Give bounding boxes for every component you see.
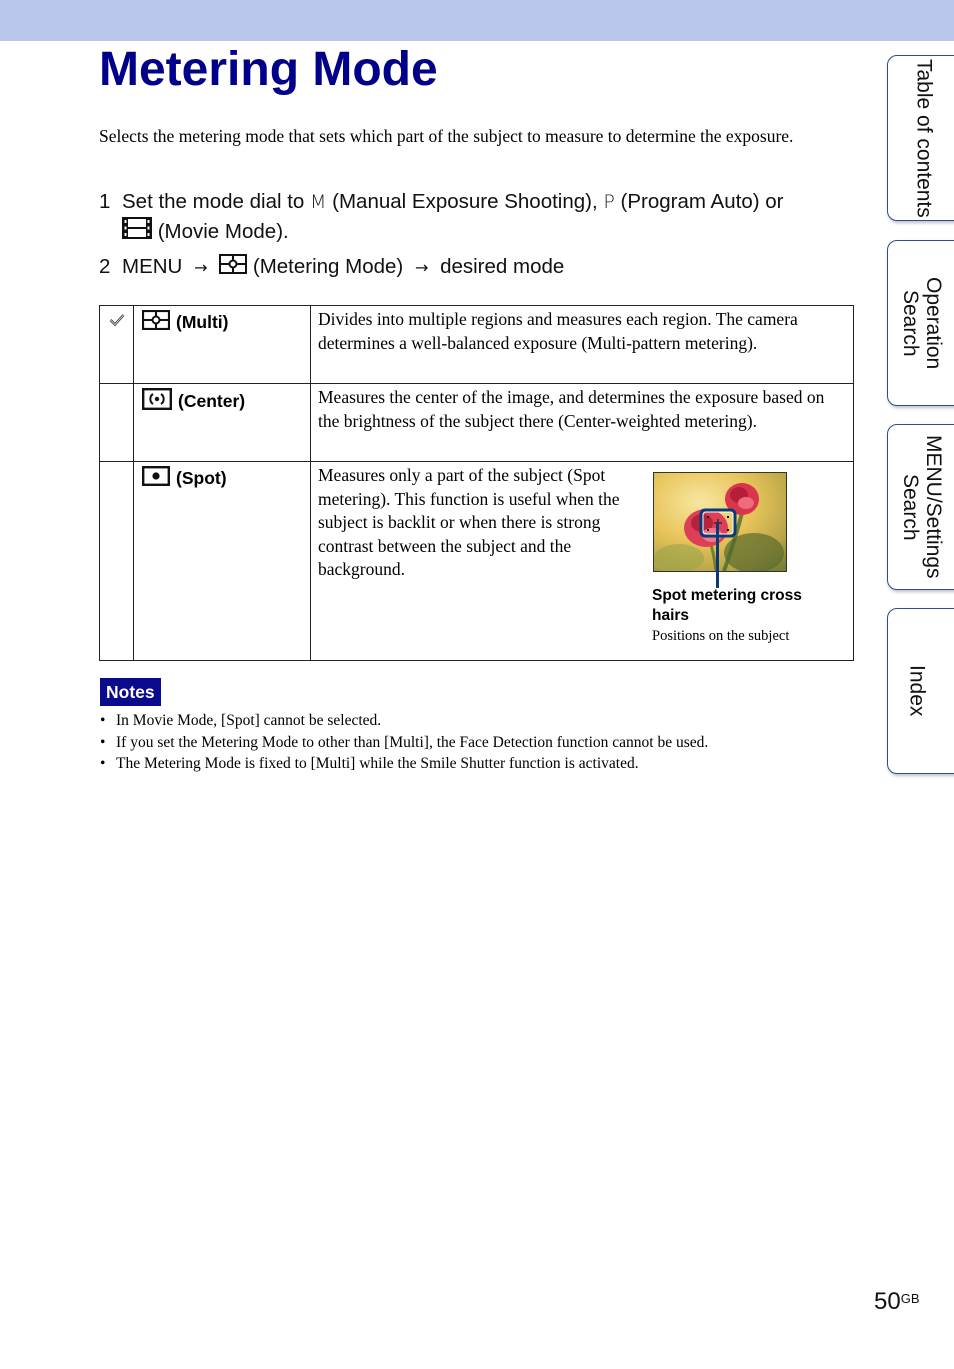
spot-metering-icon xyxy=(142,466,171,491)
metering-modes-table: (Multi) Divides into multiple regions an… xyxy=(99,305,854,661)
note-item: In Movie Mode, [Spot] cannot be selected… xyxy=(99,710,708,732)
tab-index[interactable]: Index xyxy=(887,608,954,774)
step-number: 2 xyxy=(99,255,111,278)
movie-mode-icon xyxy=(122,217,152,248)
mode-name-cell: (Spot) xyxy=(133,461,311,661)
page-number-suffix: GB xyxy=(900,1291,920,1306)
step-1: 1 Set the mode dial to M (Manual Exposure… xyxy=(99,187,783,217)
figure-caption-subtitle: Positions on the subject xyxy=(652,628,790,644)
center-metering-icon xyxy=(142,388,173,415)
notes-list: In Movie Mode, [Spot] cannot be selected… xyxy=(99,710,708,775)
step-2: 2 MENU → (Metering Mode) → desired mode xyxy=(99,252,564,283)
manual-exposure-icon: M xyxy=(310,191,327,213)
mode-description-cell: Measures the center of the image, and de… xyxy=(310,383,854,462)
mode-description: Measures only a part of the subject (Spo… xyxy=(318,465,620,579)
tab-label: MENU/Settings Search xyxy=(899,435,945,579)
step-text: Set the mode dial to xyxy=(122,190,305,213)
default-cell xyxy=(99,305,134,384)
spot-metering-example-photo xyxy=(653,472,787,572)
mode-description-cell: Measures only a part of the subject (Spo… xyxy=(310,461,854,661)
figure-caption-title: Spot metering cross hairs xyxy=(652,587,802,624)
step-text: (Movie Mode). xyxy=(157,220,289,243)
program-auto-icon: P xyxy=(603,191,615,213)
mode-name-cell: (Multi) xyxy=(133,305,311,384)
step-text: (Manual Exposure Shooting), xyxy=(332,190,598,213)
table-row: (Center) Measures the center of the imag… xyxy=(99,383,854,462)
page-title: Metering Mode xyxy=(99,43,438,96)
arrow-right-icon: → xyxy=(414,258,429,277)
tab-label: Index xyxy=(905,665,929,717)
table-row: (Multi) Divides into multiple regions an… xyxy=(99,305,854,384)
page-number-value: 50 xyxy=(874,1288,901,1315)
table-row: (Spot) Measures only a part of the subje… xyxy=(99,461,854,661)
tab-table-of-contents[interactable]: Table of contents xyxy=(887,55,954,221)
tab-menu-settings-search[interactable]: MENU/Settings Search xyxy=(887,424,954,590)
header-bar xyxy=(0,0,954,41)
step-text: (Program Auto) or xyxy=(620,190,784,213)
notes-badge: Notes xyxy=(100,678,161,706)
mode-name: (Spot) xyxy=(176,468,227,488)
callout-line xyxy=(716,522,719,588)
arrow-right-icon: → xyxy=(194,258,208,277)
note-item: If you set the Metering Mode to other th… xyxy=(99,732,708,754)
step-text: (Metering Mode) xyxy=(252,255,404,278)
note-item: The Metering Mode is fixed to [Multi] wh… xyxy=(99,753,708,775)
checkmark-icon xyxy=(109,313,125,332)
metering-mode-icon xyxy=(219,253,248,283)
step-number: 1 xyxy=(99,190,111,213)
mode-name: (Center) xyxy=(178,391,246,411)
tab-label: Table of contents xyxy=(912,58,936,218)
mode-description-cell: Divides into multiple regions and measur… xyxy=(310,305,854,384)
menu-label: MENU xyxy=(122,255,183,278)
default-cell xyxy=(99,383,134,462)
page-number: 50GB xyxy=(874,1288,920,1316)
mode-name-cell: (Center) xyxy=(133,383,311,462)
multi-metering-icon xyxy=(141,309,171,335)
tab-operation-search[interactable]: Operation Search xyxy=(887,240,954,406)
step-text: desired mode xyxy=(440,255,565,278)
mode-name: (Multi) xyxy=(176,312,229,332)
mode-description: Divides into multiple regions and measur… xyxy=(318,309,798,353)
default-cell xyxy=(99,461,134,661)
intro-text: Selects the metering mode that sets whic… xyxy=(99,126,794,146)
mode-description: Measures the center of the image, and de… xyxy=(318,387,825,431)
tab-label: Operation Search xyxy=(899,276,945,370)
step-1-continued: (Movie Mode). xyxy=(122,217,289,248)
